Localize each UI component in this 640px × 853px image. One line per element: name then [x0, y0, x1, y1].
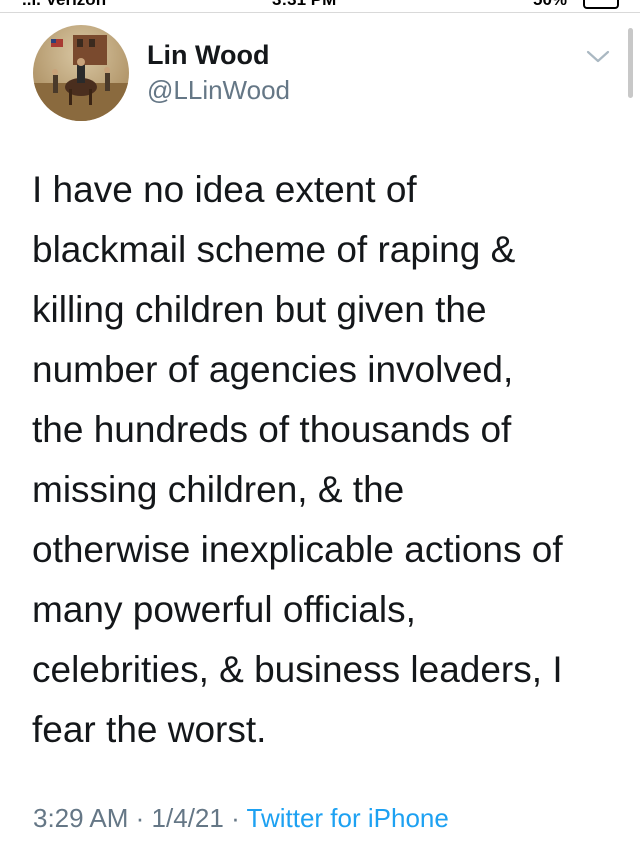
chevron-down-icon[interactable]: [585, 48, 611, 66]
author-display-name[interactable]: Lin Wood: [147, 40, 269, 71]
meta-separator: ·: [231, 803, 240, 833]
tweet-source-link[interactable]: Twitter for iPhone: [247, 803, 449, 833]
tweet-text-line: missing children, & the: [32, 469, 405, 510]
profile-picture-image: [33, 25, 129, 121]
tweet-text-line: blackmail scheme of raping &: [32, 229, 516, 270]
tweet-text-line: fear the worst.: [32, 709, 267, 750]
tweet-text: I have no idea extent of blackmail schem…: [32, 160, 622, 760]
meta-separator: ·: [135, 803, 145, 833]
tweet-time[interactable]: 3:29 AM: [33, 803, 128, 833]
tweet-text-line: number of agencies involved,: [32, 349, 514, 390]
tweet-meta: 3:29 AM · 1/4/21 · Twitter for iPhone: [33, 803, 449, 834]
tweet-text-line: killing children but given the: [32, 289, 487, 330]
avatar[interactable]: [33, 25, 129, 121]
tweet-text-line: celebrities, & business leaders, I: [32, 649, 563, 690]
battery-icon: [583, 0, 619, 9]
battery-percent: 50%: [533, 0, 567, 10]
tweet-text-line: the hundreds of thousands of: [32, 409, 512, 450]
carrier-label: ..l. Verizon: [22, 0, 106, 10]
author-handle[interactable]: @LLinWood: [147, 75, 290, 106]
scroll-indicator[interactable]: [628, 28, 633, 98]
tweet-text-line: I have no idea extent of: [32, 169, 417, 210]
tweet-text-line: many powerful officials,: [32, 589, 416, 630]
tweet-date[interactable]: 1/4/21: [152, 803, 224, 833]
clock: 3:31 PM: [272, 0, 336, 10]
tweet-text-line: otherwise inexplicable actions of: [32, 529, 563, 570]
status-bar: ..l. Verizon 3:31 PM 50%: [0, 0, 640, 13]
